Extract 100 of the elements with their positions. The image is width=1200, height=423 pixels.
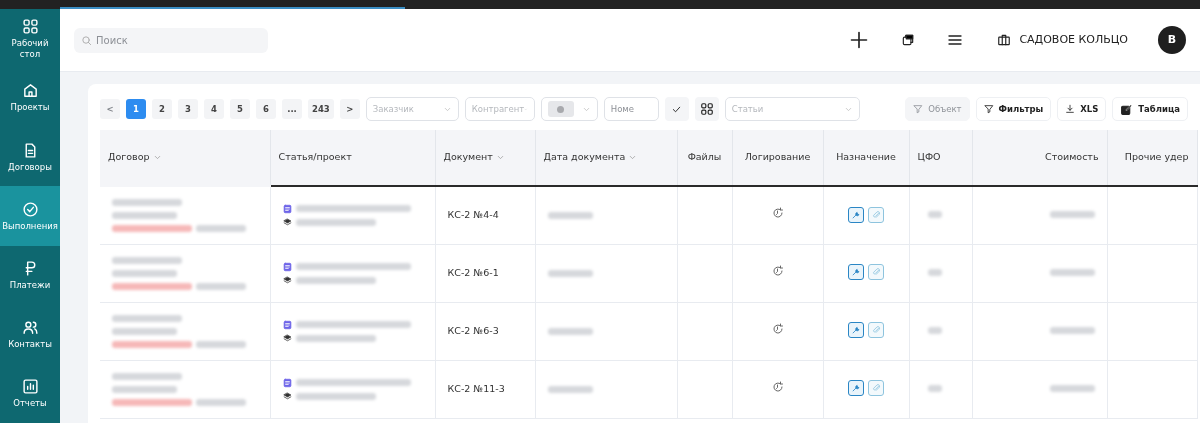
paperclip-icon bbox=[871, 209, 881, 220]
blurred-text bbox=[112, 211, 177, 219]
sidebar-item[interactable]: Контакты bbox=[0, 304, 60, 364]
document-icon bbox=[282, 261, 292, 272]
history-icon bbox=[771, 380, 784, 393]
page-button[interactable]: 5 bbox=[230, 99, 250, 119]
blurred-text bbox=[196, 224, 246, 232]
paperclip-button[interactable] bbox=[868, 264, 884, 281]
filter-icon bbox=[983, 104, 994, 114]
avatar[interactable]: В bbox=[1158, 26, 1186, 54]
blurred-text bbox=[927, 384, 942, 392]
paperclip-icon bbox=[871, 325, 881, 336]
layers-icon bbox=[282, 391, 292, 401]
grid-button[interactable] bbox=[694, 97, 719, 121]
home-icon bbox=[21, 82, 39, 100]
column-header: Логирование bbox=[732, 130, 823, 186]
plus-icon[interactable] bbox=[849, 30, 870, 50]
column-header: ЦФО bbox=[909, 130, 972, 186]
blurred-text bbox=[196, 282, 246, 290]
chart-icon bbox=[21, 378, 39, 396]
people-icon bbox=[21, 318, 39, 336]
sidebar-item[interactable]: Отчеты bbox=[0, 363, 60, 423]
document-number: КС-2 №4-4 bbox=[447, 209, 499, 221]
check-button[interactable] bbox=[664, 97, 689, 121]
layers-icon bbox=[282, 275, 292, 285]
blurred-text bbox=[196, 398, 246, 406]
copy-icon[interactable] bbox=[901, 33, 916, 47]
check-circle-icon bbox=[21, 200, 39, 218]
number-field[interactable]: Номе bbox=[603, 97, 659, 121]
wrench-button[interactable] bbox=[848, 264, 864, 281]
column-header[interactable]: Договор bbox=[100, 130, 270, 186]
column-header: Стоимость bbox=[972, 130, 1107, 186]
color-swatch bbox=[547, 101, 574, 117]
blurred-text bbox=[1049, 211, 1095, 219]
wrench-icon bbox=[851, 267, 861, 278]
paperclip-icon bbox=[871, 267, 881, 278]
blurred-text bbox=[1049, 268, 1095, 276]
blurred-text bbox=[927, 268, 942, 276]
blurred-text bbox=[547, 327, 593, 335]
blurred-text bbox=[196, 340, 246, 348]
column-header[interactable]: Документ bbox=[435, 130, 535, 186]
sidebar-item[interactable]: Выполнения bbox=[0, 186, 60, 246]
document-icon bbox=[282, 203, 292, 214]
sidebar-item[interactable]: Проекты bbox=[0, 68, 60, 128]
column-header[interactable]: Дата документа bbox=[535, 130, 677, 186]
search-icon bbox=[81, 34, 92, 46]
history-icon bbox=[771, 322, 784, 335]
blurred-text bbox=[927, 211, 942, 219]
pagination-prev[interactable]: < bbox=[100, 99, 120, 119]
blurred-text bbox=[927, 326, 942, 334]
blurred-text bbox=[112, 314, 182, 322]
edit-icon bbox=[1120, 102, 1134, 116]
page-button[interactable]: 243 bbox=[308, 99, 334, 119]
layers-icon bbox=[282, 333, 292, 343]
toolbar-button[interactable]: Таблица bbox=[1112, 97, 1188, 121]
toolbar-button[interactable]: XLS bbox=[1057, 97, 1107, 121]
page-button[interactable]: 6 bbox=[256, 99, 276, 119]
column-header: Прочие удер bbox=[1107, 130, 1197, 186]
page-button[interactable]: 3 bbox=[178, 99, 198, 119]
pagination-next[interactable]: > bbox=[339, 99, 360, 119]
paperclip-button[interactable] bbox=[868, 380, 884, 397]
search-field[interactable]: Поиск bbox=[74, 27, 268, 53]
column-header: Статья/проект bbox=[270, 130, 435, 186]
document-icon bbox=[282, 377, 292, 388]
column-header: Файлы bbox=[677, 130, 732, 186]
color-select[interactable] bbox=[540, 97, 598, 121]
paperclip-button[interactable] bbox=[868, 322, 884, 339]
history-icon bbox=[771, 264, 784, 277]
grid-icon bbox=[699, 102, 714, 116]
blurred-text bbox=[1049, 326, 1095, 334]
wrench-button[interactable] bbox=[848, 322, 864, 339]
menu-icon[interactable] bbox=[947, 32, 964, 48]
layers-icon bbox=[282, 217, 292, 227]
blurred-text bbox=[112, 385, 177, 393]
briefcase-icon bbox=[997, 33, 1012, 47]
blurred-text bbox=[1049, 384, 1095, 392]
document-number: КС-2 №6-3 bbox=[447, 324, 499, 336]
blurred-text bbox=[112, 327, 177, 335]
page-button[interactable]: 2 bbox=[152, 99, 172, 119]
toolbar-button[interactable]: Фильтры bbox=[975, 97, 1052, 121]
blurred-text bbox=[547, 269, 593, 277]
document-number: КС-2 №6-1 bbox=[447, 266, 499, 278]
organization-selector[interactable]: САДОВОЕ КОЛЬЦО bbox=[991, 30, 1134, 50]
document-number: КС-2 №11-3 bbox=[447, 382, 505, 394]
paperclip-button[interactable] bbox=[868, 206, 884, 223]
wrench-button[interactable] bbox=[848, 206, 864, 223]
grid-icon bbox=[21, 17, 39, 35]
wrench-button[interactable] bbox=[848, 380, 864, 397]
wrench-icon bbox=[851, 325, 861, 336]
blurred-text bbox=[547, 211, 593, 219]
blurred-text bbox=[112, 256, 182, 264]
blurred-text bbox=[547, 385, 593, 393]
blurred-text bbox=[112, 269, 177, 277]
download-icon bbox=[1065, 104, 1076, 114]
sidebar-item[interactable]: Платежи bbox=[0, 245, 60, 305]
page-button[interactable]: ... bbox=[282, 99, 302, 119]
page-button[interactable]: 4 bbox=[204, 99, 224, 119]
sidebar-item[interactable]: Договоры bbox=[0, 127, 60, 187]
blurred-text bbox=[112, 198, 182, 206]
sidebar-item[interactable]: Рабочий стол bbox=[0, 9, 60, 69]
